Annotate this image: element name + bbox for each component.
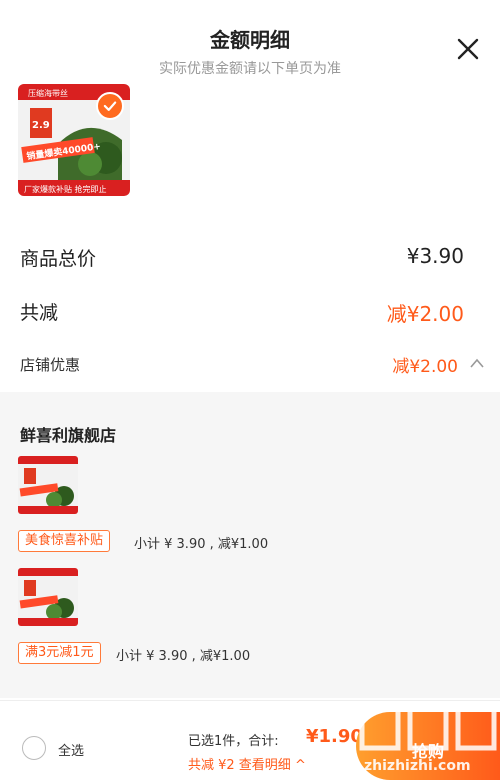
check-icon[interactable] (96, 92, 124, 120)
sheet-header: 金额明细 实际优惠金额请以下单页为准 (0, 0, 500, 80)
total-reduce-label: 共减 (20, 302, 59, 324)
shop-discount-label: 店铺优惠 (20, 356, 81, 374)
total-price: ¥1.90 (306, 726, 363, 747)
promo-tag: 美食惊喜补贴 (18, 530, 111, 552)
select-all-label[interactable]: 全选 (58, 740, 84, 759)
close-icon[interactable] (455, 36, 481, 62)
item-thumbnail (18, 456, 78, 514)
svg-text:2.9: 2.9 (32, 120, 50, 131)
sheet-title: 金额明细 (210, 28, 290, 52)
watermark-text: zhizhizhi.com (364, 758, 471, 774)
svg-text:压缩海带丝: 压缩海带丝 (28, 88, 68, 98)
item-subtotal: 小计 ¥ 3.90 , 减¥1.00 (134, 537, 269, 552)
total-price-value: ¥3.90 (406, 244, 464, 268)
total-reduce-value: 减¥2.00 (386, 302, 464, 326)
sheet-subtitle: 实际优惠金额请以下单页为准 (159, 61, 341, 77)
selected-count: 已选1件，合计: (188, 734, 279, 749)
chevron-up-icon[interactable] (470, 358, 484, 368)
select-all-checkbox[interactable] (22, 736, 46, 760)
svg-text:厂家爆款补贴 抢完即止: 厂家爆款补贴 抢完即止 (24, 184, 107, 194)
store-name: 鲜喜利旗舰店 (20, 426, 117, 445)
promo-tag: 满3元减1元 (18, 642, 101, 664)
view-detail-link[interactable]: 共减 ¥2 查看明细 ^ (188, 754, 306, 773)
item-subtotal: 小计 ¥ 3.90 , 减¥1.00 (116, 649, 251, 664)
shop-discount-value[interactable]: 减¥2.00 (392, 352, 458, 377)
total-price-label: 商品总价 (20, 248, 97, 270)
item-thumbnail (18, 568, 78, 626)
